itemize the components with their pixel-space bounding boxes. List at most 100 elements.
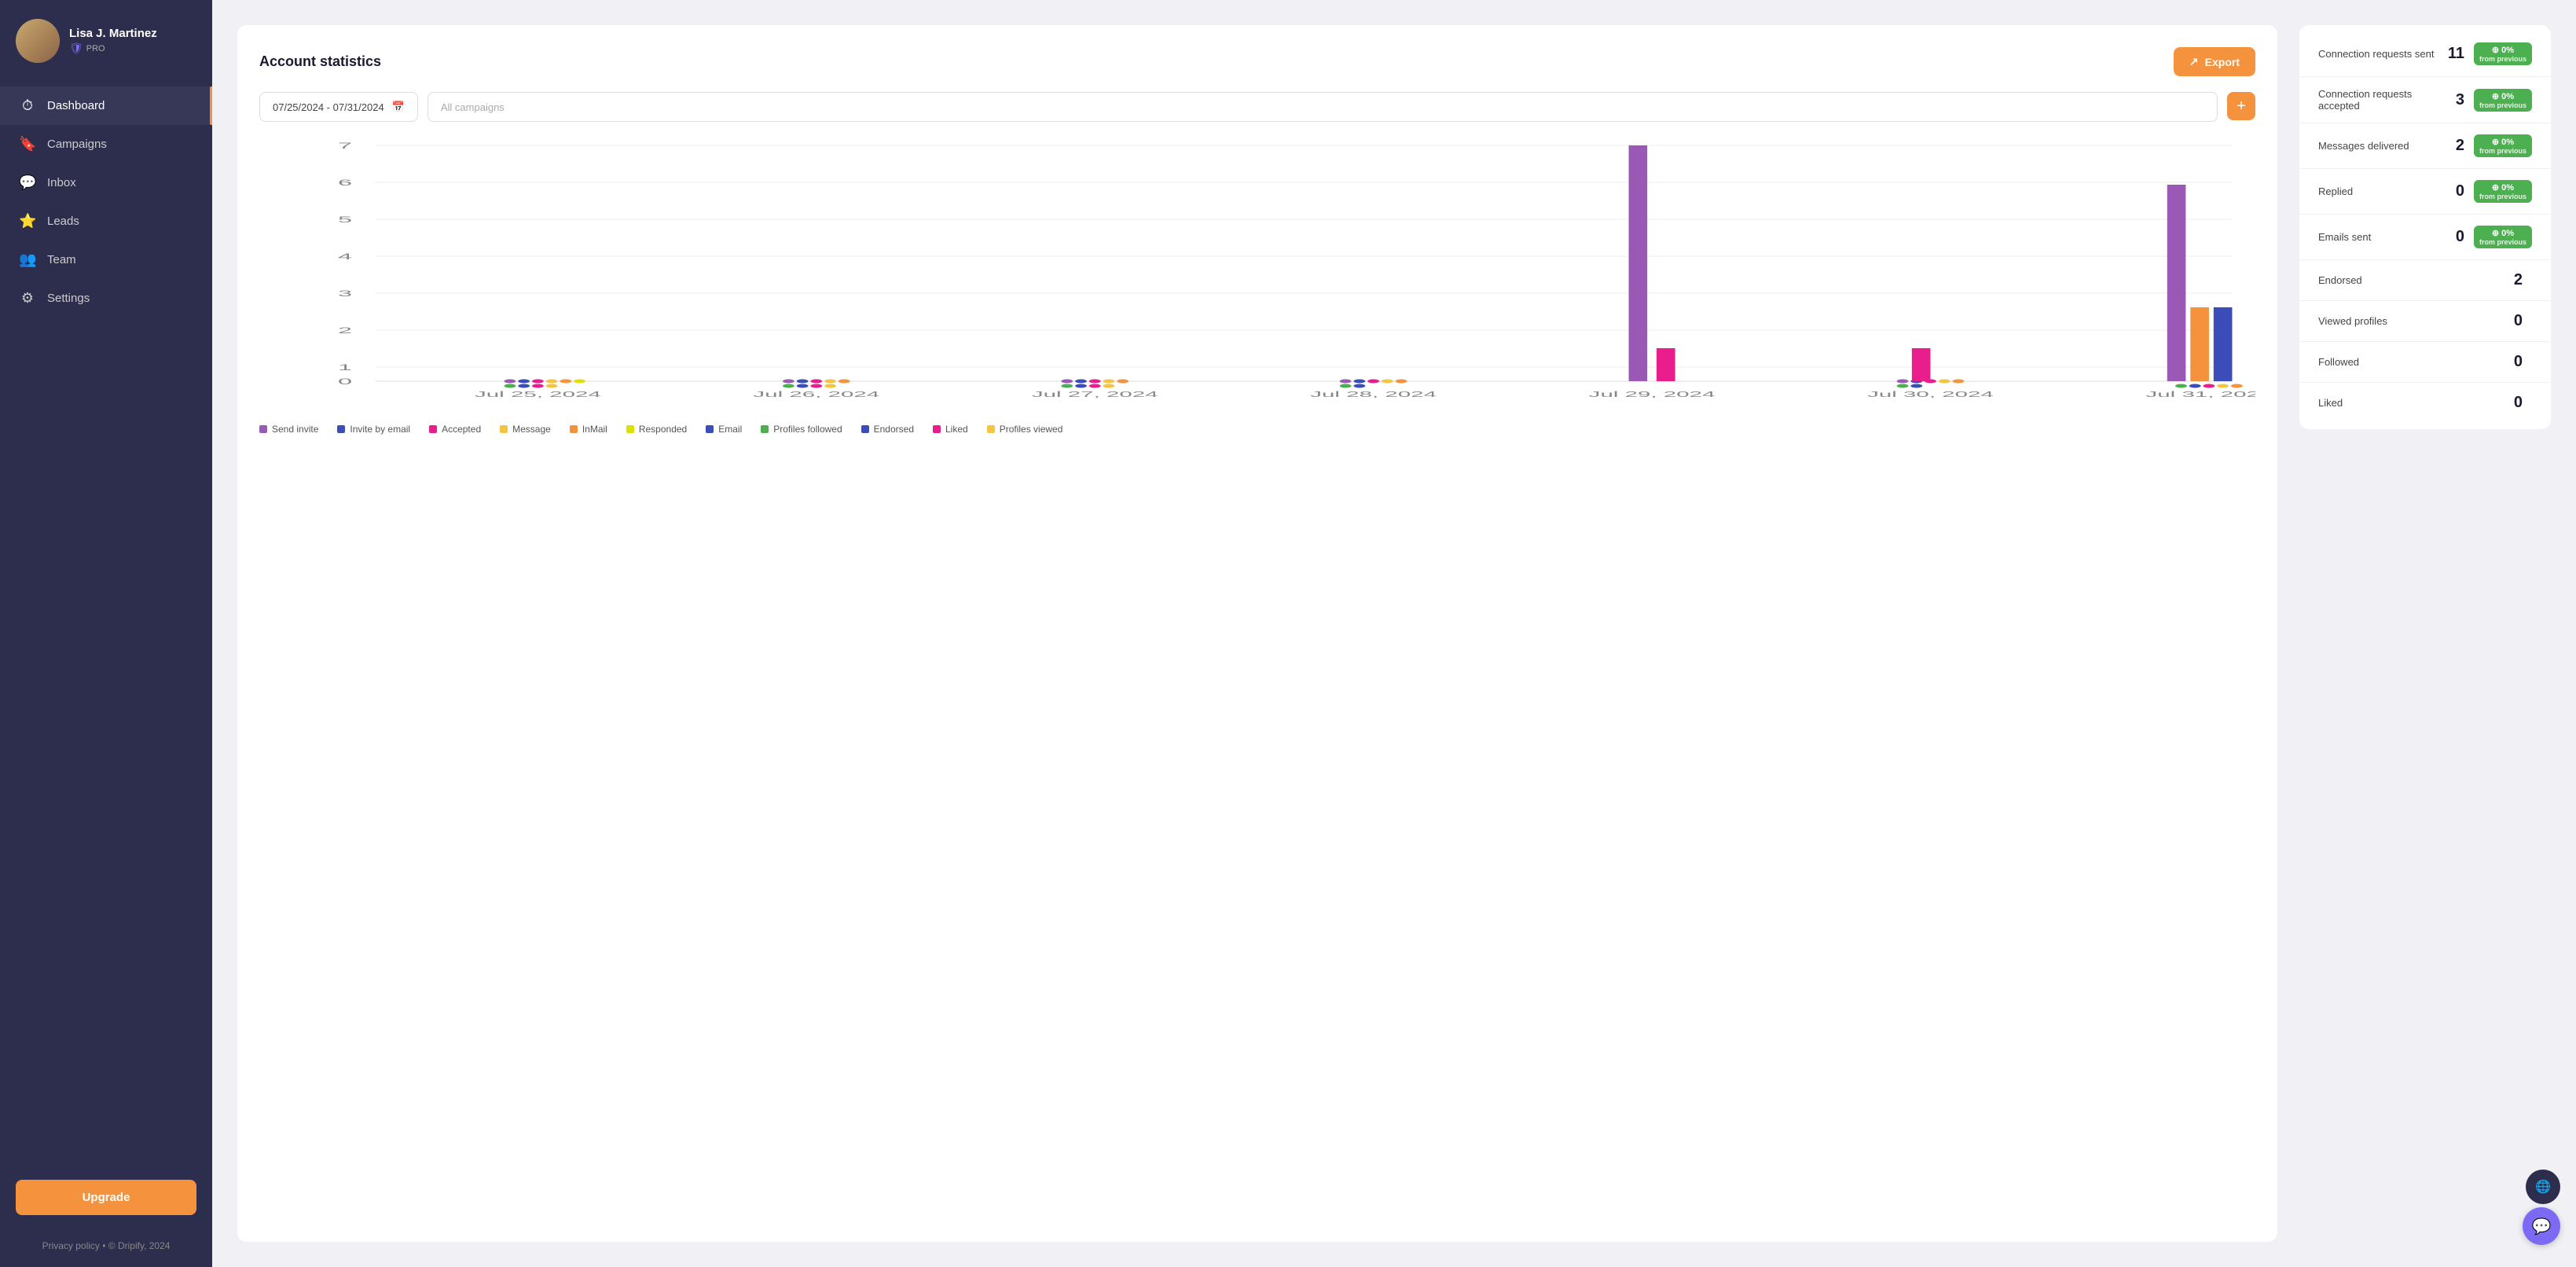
export-icon: ↗ — [2189, 55, 2199, 68]
svg-text:3: 3 — [338, 288, 352, 298]
svg-text:Jul 26, 2024: Jul 26, 2024 — [753, 390, 879, 398]
profile-info: Lisa J. Martinez 🛡 PRO — [69, 27, 157, 55]
date-range-filter[interactable]: 07/25/2024 - 07/31/2024 📅 — [259, 92, 418, 122]
sidebar: Lisa J. Martinez 🛡 PRO ⏱ Dashboard 🔖 Cam… — [0, 0, 212, 1267]
svg-text:Jul 27, 2024: Jul 27, 2024 — [1032, 390, 1158, 398]
legend-invite-by-email: Invite by email — [337, 424, 410, 435]
profiles-viewed-color — [987, 425, 995, 433]
stat-row-endorsed: Endorsed 2 — [2299, 260, 2551, 301]
stat-value: 0 — [2514, 353, 2523, 371]
legend-profiles-viewed: Profiles viewed — [987, 424, 1063, 435]
stat-value: 0 — [2514, 312, 2523, 330]
endorsed-color — [861, 425, 869, 433]
stat-label: Emails sent — [2318, 231, 2446, 243]
stat-label: Followed — [2318, 356, 2504, 368]
svg-text:Jul 31, 2024: Jul 31, 2024 — [2146, 390, 2255, 398]
avatar — [16, 19, 60, 63]
campaign-filter[interactable]: All campaigns — [427, 92, 2218, 122]
svg-text:6: 6 — [338, 178, 352, 187]
stat-row-followed: Followed 0 — [2299, 342, 2551, 383]
user-profile: Lisa J. Martinez 🛡 PRO — [0, 0, 212, 79]
sidebar-item-label: Leads — [47, 215, 79, 228]
badge-sub: from previous — [2479, 238, 2526, 246]
sidebar-item-label: Dashboard — [47, 99, 105, 112]
message-color — [500, 425, 508, 433]
send-invite-color — [259, 425, 267, 433]
sidebar-item-campaigns[interactable]: 🔖 Campaigns — [0, 125, 212, 163]
svg-text:4: 4 — [338, 252, 352, 261]
profile-name: Lisa J. Martinez — [69, 27, 157, 40]
stat-value: 11 — [2448, 45, 2464, 63]
sidebar-item-inbox[interactable]: 💬 Inbox — [0, 163, 212, 202]
legend-email: Email — [706, 424, 742, 435]
badge-pct: ⊕ 0% — [2492, 45, 2514, 55]
sidebar-footer: Privacy policy • © Dripify, 2024 — [0, 1231, 212, 1267]
campaign-placeholder: All campaigns — [441, 101, 505, 113]
sidebar-item-team[interactable]: 👥 Team — [0, 241, 212, 279]
stat-row-messages-delivered: Messages delivered 2 ⊕ 0% from previous — [2299, 123, 2551, 169]
stat-label: Liked — [2318, 397, 2504, 409]
profiles-followed-color — [761, 425, 769, 433]
sidebar-item-leads[interactable]: ⭐ Leads — [0, 202, 212, 241]
legend-label: Accepted — [442, 424, 481, 435]
campaigns-icon: 🔖 — [19, 136, 36, 152]
inbox-icon: 💬 — [19, 174, 36, 191]
stat-label: Endorsed — [2318, 274, 2504, 286]
chart-section: Account statistics ↗ Export 07/25/2024 -… — [237, 25, 2277, 1242]
svg-text:Jul 29, 2024: Jul 29, 2024 — [1589, 390, 1715, 398]
chart-area: 7 6 5 4 3 2 1 0 Jul 25, 2024 Jul 26, 202… — [259, 138, 2255, 405]
legend-label: Email — [718, 424, 742, 435]
accepted-color — [429, 425, 437, 433]
legend-endorsed: Endorsed — [861, 424, 914, 435]
email-color — [706, 425, 714, 433]
chart-legend: Send invite Invite by email Accepted Mes… — [259, 417, 2255, 435]
sidebar-item-settings[interactable]: ⚙ Settings — [0, 279, 212, 318]
stat-label: Replied — [2318, 185, 2446, 197]
legend-label: Profiles viewed — [1000, 424, 1063, 435]
stat-label: Messages delivered — [2318, 140, 2446, 152]
svg-text:5: 5 — [338, 215, 352, 224]
badge-pct: ⊕ 0% — [2492, 228, 2514, 238]
sidebar-item-label: Settings — [47, 292, 90, 305]
stat-row-connection-requests-accepted: Connection requests accepted 3 ⊕ 0% from… — [2299, 77, 2551, 123]
legend-inmail: InMail — [570, 424, 607, 435]
stat-value: 0 — [2514, 394, 2523, 412]
legend-responded: Responded — [626, 424, 687, 435]
stat-badge: ⊕ 0% from previous — [2474, 89, 2532, 112]
main-content: Account statistics ↗ Export 07/25/2024 -… — [212, 0, 2576, 1267]
legend-label: Profiles followed — [773, 424, 842, 435]
profile-tag: PRO — [86, 44, 105, 53]
responded-color — [626, 425, 634, 433]
sidebar-item-dashboard[interactable]: ⏱ Dashboard — [0, 86, 212, 125]
leads-icon: ⭐ — [19, 213, 36, 230]
stat-value: 3 — [2456, 91, 2464, 109]
legend-profiles-followed: Profiles followed — [761, 424, 842, 435]
svg-text:Jul 28, 2024: Jul 28, 2024 — [1310, 390, 1437, 398]
stat-value: 0 — [2456, 182, 2464, 200]
svg-text:1: 1 — [338, 362, 352, 372]
stat-badge: ⊕ 0% from previous — [2474, 42, 2532, 65]
svg-text:2: 2 — [338, 325, 352, 335]
stat-badge: ⊕ 0% from previous — [2474, 134, 2532, 157]
stat-value: 2 — [2514, 271, 2523, 289]
badge-sub: from previous — [2479, 101, 2526, 109]
svg-text:Jul 30, 2024: Jul 30, 2024 — [1867, 390, 1994, 398]
export-button[interactable]: ↗ Export — [2174, 47, 2255, 76]
translate-fab[interactable]: 🌐 — [2526, 1170, 2560, 1204]
badge-sub: from previous — [2479, 55, 2526, 63]
badge-sub: from previous — [2479, 193, 2526, 200]
settings-icon: ⚙ — [19, 290, 36, 307]
legend-label: Send invite — [272, 424, 318, 435]
legend-label: Liked — [945, 424, 968, 435]
stat-label: Viewed profiles — [2318, 315, 2504, 327]
stat-label: Connection requests accepted — [2318, 88, 2446, 112]
add-filter-button[interactable]: + — [2227, 92, 2255, 120]
support-chat-fab[interactable]: 💬 — [2523, 1207, 2560, 1245]
badge-pct: ⊕ 0% — [2492, 137, 2514, 147]
badge-pct: ⊕ 0% — [2492, 91, 2514, 101]
upgrade-button[interactable]: Upgrade — [16, 1180, 196, 1215]
stat-badge: ⊕ 0% from previous — [2474, 180, 2532, 203]
stat-value: 2 — [2456, 137, 2464, 155]
stat-label: Connection requests sent — [2318, 48, 2438, 60]
badge-pct: ⊕ 0% — [2492, 182, 2514, 193]
